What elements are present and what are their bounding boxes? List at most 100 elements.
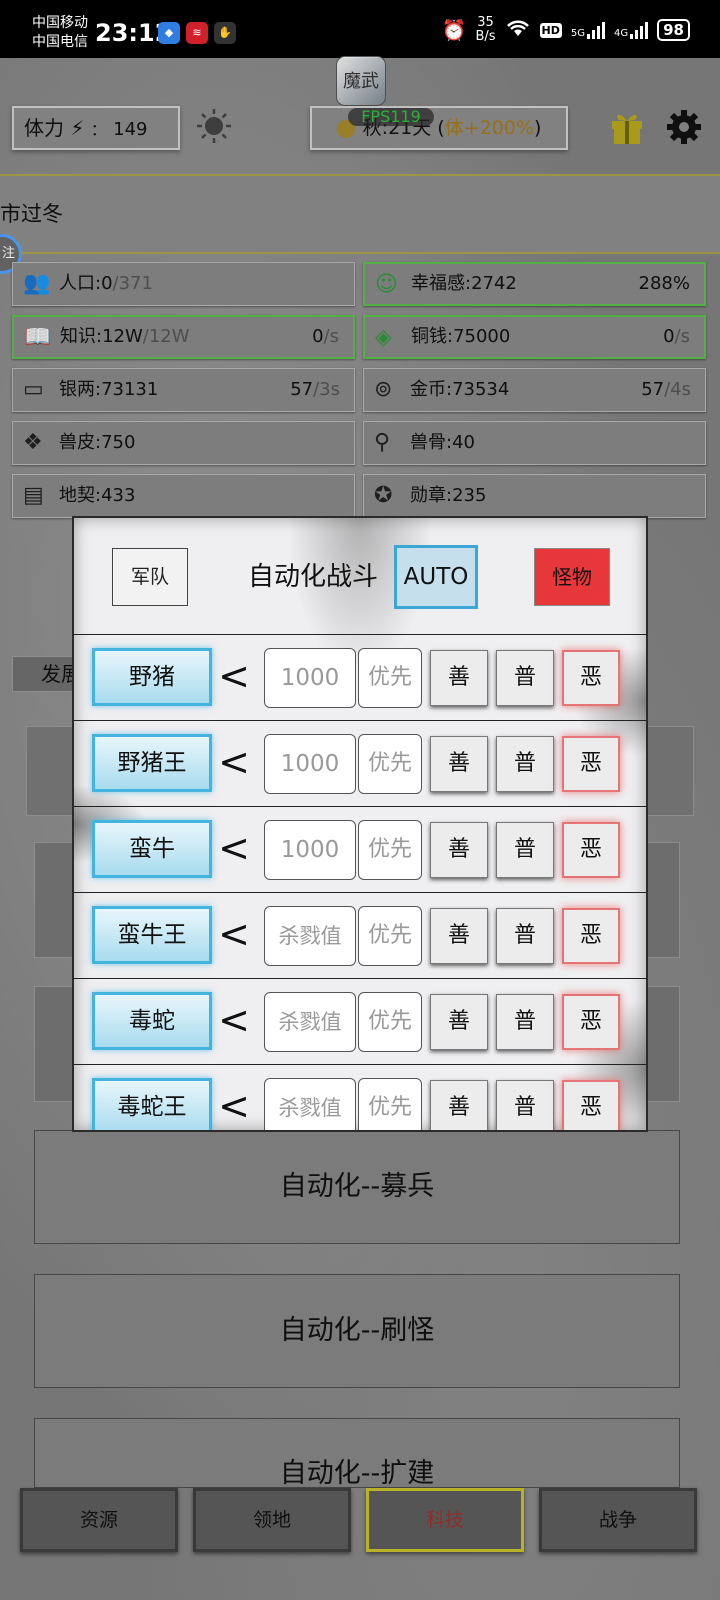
auto-recruit-button[interactable]: 自动化--募兵: [34, 1130, 680, 1244]
resource-label: 幸福感:2742: [411, 264, 517, 304]
less-than-sign: <: [218, 912, 250, 956]
nav-war[interactable]: 战争: [539, 1488, 697, 1552]
resource-value: 勋章:235: [410, 485, 487, 506]
good-option-button[interactable]: 善: [430, 908, 488, 964]
resource-label: 人口:0/371: [59, 263, 153, 305]
priority-input[interactable]: 优先: [358, 648, 422, 708]
signal-5g-label: 5G: [570, 28, 585, 39]
army-button[interactable]: 军队: [112, 548, 188, 606]
evil-option-button[interactable]: 恶: [562, 822, 620, 878]
monster-name-button[interactable]: 野猪王: [92, 734, 212, 792]
normal-option-button[interactable]: 普: [496, 1080, 554, 1130]
normal-option-button[interactable]: 普: [496, 736, 554, 792]
good-option-button[interactable]: 善: [430, 994, 488, 1050]
monster-row: 毒蛇王 < 杀戮值 优先善普恶: [74, 1065, 646, 1130]
resource-value: 兽骨:40: [410, 432, 475, 453]
stamina-value: 149: [113, 119, 148, 140]
resource-card: ▭ 银两:73131 57/3s: [12, 368, 355, 412]
silver-ingot-icon: ▭: [23, 377, 44, 402]
hd-badge: HD: [539, 22, 562, 38]
normal-option-button[interactable]: 普: [496, 994, 554, 1050]
resource-value: 幸福感:2742: [411, 273, 517, 294]
resource-label: 兽皮:750: [59, 422, 135, 464]
nav-resources[interactable]: 资源: [20, 1488, 178, 1552]
resource-label: 勋章:235: [410, 475, 486, 517]
resource-value: 兽皮:750: [59, 432, 136, 453]
monster-name-button[interactable]: 蛮牛王: [92, 906, 212, 964]
monster-row: 蛮牛王 < 杀戮值 优先善普恶: [74, 893, 646, 979]
resource-rate-period: /s: [323, 326, 339, 347]
nav-technology[interactable]: 科技: [366, 1488, 524, 1552]
priority-input[interactable]: 优先: [358, 734, 422, 794]
season-close: ): [533, 117, 542, 139]
normal-option-button[interactable]: 普: [496, 650, 554, 706]
resource-rate: 288%: [639, 264, 690, 304]
signal-bars-icon: [587, 21, 605, 39]
resource-label: 知识:12W/12W: [60, 317, 190, 357]
monster-name-button[interactable]: 野猪: [92, 648, 212, 706]
priority-input[interactable]: 优先: [358, 992, 422, 1052]
resource-value: 人口:0: [59, 273, 113, 294]
evil-option-button[interactable]: 恶: [562, 908, 620, 964]
monster-row: 毒蛇 < 杀戮值 优先善普恶: [74, 979, 646, 1065]
monster-name-button[interactable]: 蛮牛: [92, 820, 212, 878]
less-than-sign: <: [218, 1084, 250, 1128]
normal-option-button[interactable]: 普: [496, 908, 554, 964]
less-than-sign: <: [218, 654, 250, 698]
threshold-input[interactable]: 1000: [264, 820, 356, 880]
stamina-separator: ：: [90, 120, 107, 139]
priority-input[interactable]: 优先: [358, 1078, 422, 1130]
gear-icon[interactable]: [666, 109, 702, 145]
resource-card: 👥 人口:0/371: [12, 262, 355, 306]
notice-banner: 市过冬: [0, 174, 720, 254]
dialog-title: 自动化战斗: [248, 562, 379, 592]
evil-option-button[interactable]: 恶: [562, 994, 620, 1050]
medal-icon: ✪: [374, 483, 393, 508]
less-than-sign: <: [218, 740, 250, 784]
threshold-input[interactable]: 1000: [264, 648, 356, 708]
resource-card: ⚲ 兽骨:40: [363, 421, 706, 465]
threshold-input[interactable]: 杀戮值: [264, 1078, 356, 1130]
resource-value: 知识:12W: [60, 326, 143, 347]
resource-rate: 0/s: [312, 317, 339, 357]
gift-icon[interactable]: [610, 109, 644, 145]
good-option-button[interactable]: 善: [430, 1080, 488, 1130]
auto-toggle-button[interactable]: AUTO: [394, 545, 478, 609]
priority-input[interactable]: 优先: [358, 820, 422, 880]
monster-name-button[interactable]: 毒蛇王: [92, 1078, 212, 1130]
resource-card: ▤ 地契:433: [12, 474, 355, 518]
evil-option-button[interactable]: 恶: [562, 650, 620, 706]
threshold-input[interactable]: 1000: [264, 734, 356, 794]
resource-rate-period: /3s: [313, 379, 340, 400]
evil-option-button[interactable]: 恶: [562, 736, 620, 792]
normal-option-button[interactable]: 普: [496, 822, 554, 878]
signal-5g: 5G: [571, 21, 605, 39]
good-option-button[interactable]: 善: [430, 650, 488, 706]
resource-value: 铜钱:75000: [411, 326, 511, 347]
resource-card: 📖 知识:12W/12W 0/s: [12, 315, 355, 359]
carrier-info: 中国移动 中国电信: [32, 14, 88, 52]
threshold-input[interactable]: 杀戮值: [264, 906, 356, 966]
auto-expand-button[interactable]: 自动化--扩建: [34, 1418, 680, 1488]
book-icon: 📖: [24, 325, 52, 350]
auto-hunt-button[interactable]: 自动化--刷怪: [34, 1274, 680, 1388]
alarm-icon: ⏰: [441, 18, 467, 42]
resource-card: ❖ 兽皮:750: [12, 421, 355, 465]
threshold-input[interactable]: 杀戮值: [264, 992, 356, 1052]
good-option-button[interactable]: 善: [430, 822, 488, 878]
net-speed-value: 35: [477, 15, 494, 30]
monster-name-button[interactable]: 毒蛇: [92, 992, 212, 1050]
nav-territory[interactable]: 领地: [193, 1488, 351, 1552]
status-bar: 中国移动 中国电信 23:12 ◆ ≋ ✋ ⏰ 35 B/s HD 5G 4G …: [0, 0, 720, 58]
monster-button[interactable]: 怪物: [534, 548, 610, 606]
priority-input[interactable]: 优先: [358, 906, 422, 966]
people-icon: 👥: [23, 271, 51, 296]
app-notification-icon: ◆: [158, 22, 180, 44]
resource-card: ◈ 铜钱:75000 0/s: [363, 315, 706, 359]
resource-rate-period: /s: [674, 326, 690, 347]
game-logo: 魔武: [336, 56, 386, 106]
good-option-button[interactable]: 善: [430, 736, 488, 792]
evil-option-button[interactable]: 恶: [562, 1080, 620, 1130]
hand-notification-icon: ✋: [214, 22, 236, 44]
resource-rate: 57/3s: [290, 369, 340, 411]
